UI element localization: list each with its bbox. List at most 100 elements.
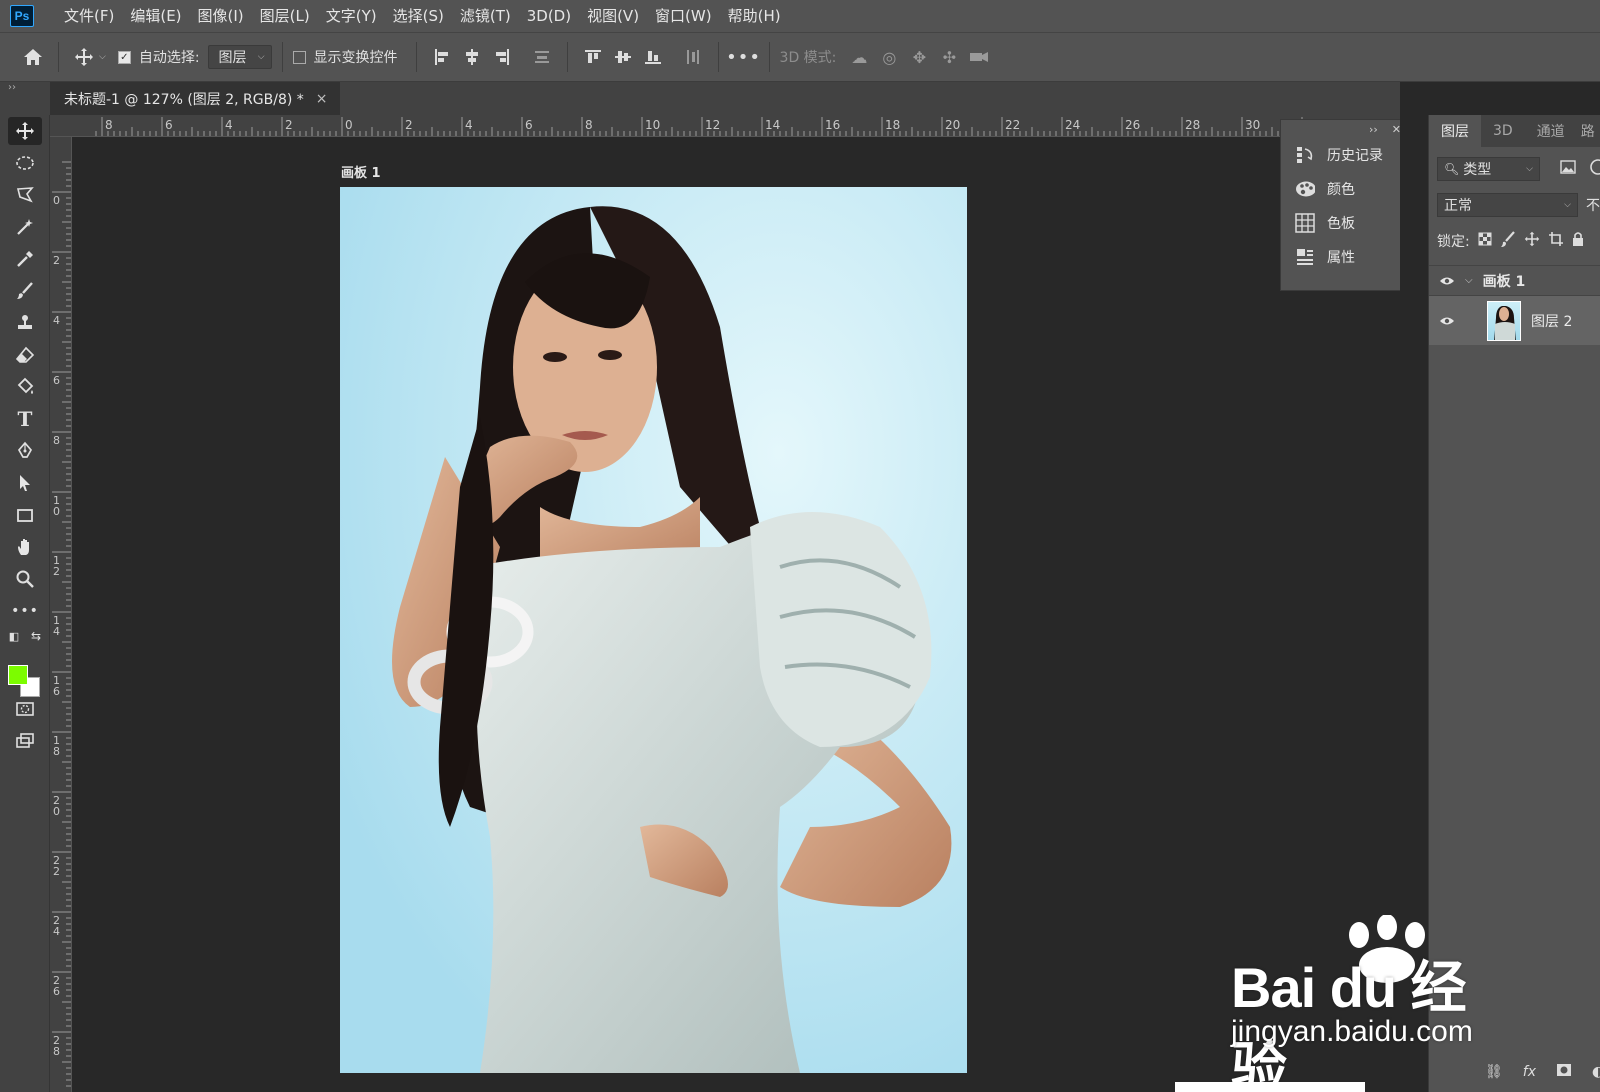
default-colors-icon[interactable]: ◧: [4, 627, 24, 645]
toolbar-collapse-handle[interactable]: ››: [0, 82, 50, 115]
more-options-icon[interactable]: •••: [726, 42, 760, 72]
menu-filter[interactable]: 滤镜(T): [452, 0, 519, 32]
auto-select-target-dropdown[interactable]: 图层 ⌵: [207, 45, 272, 69]
chevron-down-icon: ⌵: [1564, 200, 1571, 210]
distribute-vertical-icon[interactable]: [678, 42, 708, 72]
screen-mode-icon[interactable]: [8, 727, 42, 755]
hand-icon[interactable]: [8, 533, 42, 561]
3d-orbit-icon[interactable]: ☁: [844, 42, 874, 72]
divider: [281, 42, 283, 72]
menu-image[interactable]: 图像(I): [190, 0, 252, 32]
panel-history[interactable]: 历史记录: [1281, 138, 1407, 172]
brush-icon[interactable]: [8, 277, 42, 305]
ruler-label: 4: [53, 625, 60, 638]
photoshop-window: { "app": {"logo_text": "Ps"}, "menu": ["…: [0, 0, 1600, 1092]
distribute-icon[interactable]: [527, 42, 557, 72]
menu-type[interactable]: 文字(Y): [318, 0, 385, 32]
blend-mode-dropdown[interactable]: 正常 ⌵: [1437, 193, 1578, 217]
stamp-icon[interactable]: [8, 309, 42, 337]
rectangle-icon[interactable]: [8, 501, 42, 529]
align-vcenter-icon[interactable]: [608, 42, 638, 72]
more-tools-icon[interactable]: •••: [8, 597, 42, 625]
filter-image-icon[interactable]: [1560, 160, 1576, 178]
panel-swatches[interactable]: 色板: [1281, 206, 1407, 240]
tab-3d[interactable]: 3D: [1481, 115, 1525, 147]
ruler-label: 18: [885, 118, 900, 132]
ruler-label: 2: [53, 865, 60, 878]
lock-all-icon[interactable]: [1572, 231, 1584, 251]
fx-icon[interactable]: fx: [1523, 1064, 1536, 1080]
align-bottom-icon[interactable]: [638, 42, 668, 72]
lock-position-icon[interactable]: [1524, 231, 1540, 251]
partial-caption-strip: [1175, 1082, 1365, 1092]
move-icon[interactable]: [69, 42, 99, 72]
swap-colors-icon[interactable]: ⇆: [26, 627, 46, 645]
visibility-eye-icon[interactable]: [1429, 276, 1465, 286]
chevron-down-icon[interactable]: ⌵: [99, 52, 106, 62]
show-transform-label: 显示变换控件: [313, 50, 398, 66]
visibility-eye-icon[interactable]: [1429, 316, 1465, 326]
divider: [58, 42, 59, 72]
lock-artboard-icon[interactable]: [1548, 231, 1564, 251]
filter-adjustment-icon[interactable]: [1588, 159, 1600, 179]
show-transform-checkbox[interactable]: [292, 50, 306, 64]
3d-camera-icon[interactable]: [964, 42, 994, 72]
foreground-color-swatch[interactable]: [8, 665, 28, 685]
ruler-label: 8: [585, 118, 593, 132]
artboard-label[interactable]: 画板 1: [341, 162, 381, 181]
auto-select-target-value: 图层: [218, 50, 247, 66]
document-tab[interactable]: 未标题-1 @ 127% (图层 2, RGB/8) * ×: [50, 82, 340, 115]
lasso-icon[interactable]: [8, 181, 42, 209]
home-icon[interactable]: [18, 42, 48, 72]
type-icon[interactable]: T: [8, 405, 42, 433]
3d-pan-icon[interactable]: ✥: [904, 42, 934, 72]
paint-bucket-icon[interactable]: [8, 373, 42, 401]
ellipse-marquee-icon[interactable]: [8, 149, 42, 177]
tab-channels[interactable]: 通道: [1525, 115, 1577, 147]
properties-icon: [1295, 247, 1315, 267]
eraser-icon[interactable]: [8, 341, 42, 369]
menu-help[interactable]: 帮助(H): [720, 0, 789, 32]
pen-icon[interactable]: [8, 437, 42, 465]
menu-layer[interactable]: 图层(L): [252, 0, 318, 32]
align-left-icon[interactable]: [427, 42, 457, 72]
menu-edit[interactable]: 编辑(E): [122, 0, 189, 32]
new-adjustment-icon[interactable]: ◐: [1592, 1064, 1600, 1080]
3d-slide-icon[interactable]: ✣: [934, 42, 964, 72]
lock-pixels-icon[interactable]: [1500, 231, 1516, 251]
menu-view[interactable]: 视图(V): [579, 0, 647, 32]
menu-file[interactable]: 文件(F): [56, 0, 122, 32]
menu-3d[interactable]: 3D(D): [519, 0, 579, 32]
menu-window[interactable]: 窗口(W): [647, 0, 720, 32]
layer-filter-dropdown[interactable]: 🔍︎ 类型 ⌵: [1437, 157, 1540, 181]
chevron-down-icon[interactable]: ⌵: [1465, 275, 1473, 286]
layer-row-artboard[interactable]: ⌵ 画板 1: [1429, 265, 1600, 295]
move-tool-icon[interactable]: [8, 117, 42, 145]
3d-roll-icon[interactable]: ◎: [874, 42, 904, 72]
eyedropper-icon[interactable]: [8, 245, 42, 273]
menu-select[interactable]: 选择(S): [385, 0, 452, 32]
ruler-label: 0: [345, 118, 353, 132]
close-icon[interactable]: ×: [316, 91, 328, 107]
panel-color[interactable]: 颜色: [1281, 172, 1407, 206]
align-top-icon[interactable]: [578, 42, 608, 72]
panel-properties[interactable]: 属性: [1281, 240, 1407, 274]
align-hcenter-icon[interactable]: [457, 42, 487, 72]
tab-layers[interactable]: 图层: [1429, 115, 1481, 147]
lock-transparent-icon[interactable]: [1478, 232, 1492, 250]
tools-panel: T ••• ◧ ⇆: [0, 115, 50, 1092]
magic-wand-icon[interactable]: [8, 213, 42, 241]
quick-mask-icon[interactable]: [8, 695, 42, 723]
auto-select-checkbox[interactable]: ✓: [117, 50, 131, 64]
layer-photo-woman[interactable]: [340, 187, 967, 1073]
zoom-icon[interactable]: [8, 565, 42, 593]
path-selection-icon[interactable]: [8, 469, 42, 497]
ruler-label: 30: [1245, 118, 1260, 132]
layer-row-selected[interactable]: 图层 2: [1429, 295, 1600, 345]
add-mask-icon[interactable]: [1556, 1063, 1572, 1081]
align-right-icon[interactable]: [487, 42, 517, 72]
baidu-watermark: Bai du 经验 jingyan.baidu.com: [1225, 915, 1515, 1092]
tab-paths[interactable]: 路: [1577, 115, 1599, 147]
chevron-down-icon: ⌵: [1526, 164, 1533, 174]
collapse-icon[interactable]: ››: [1369, 123, 1378, 136]
